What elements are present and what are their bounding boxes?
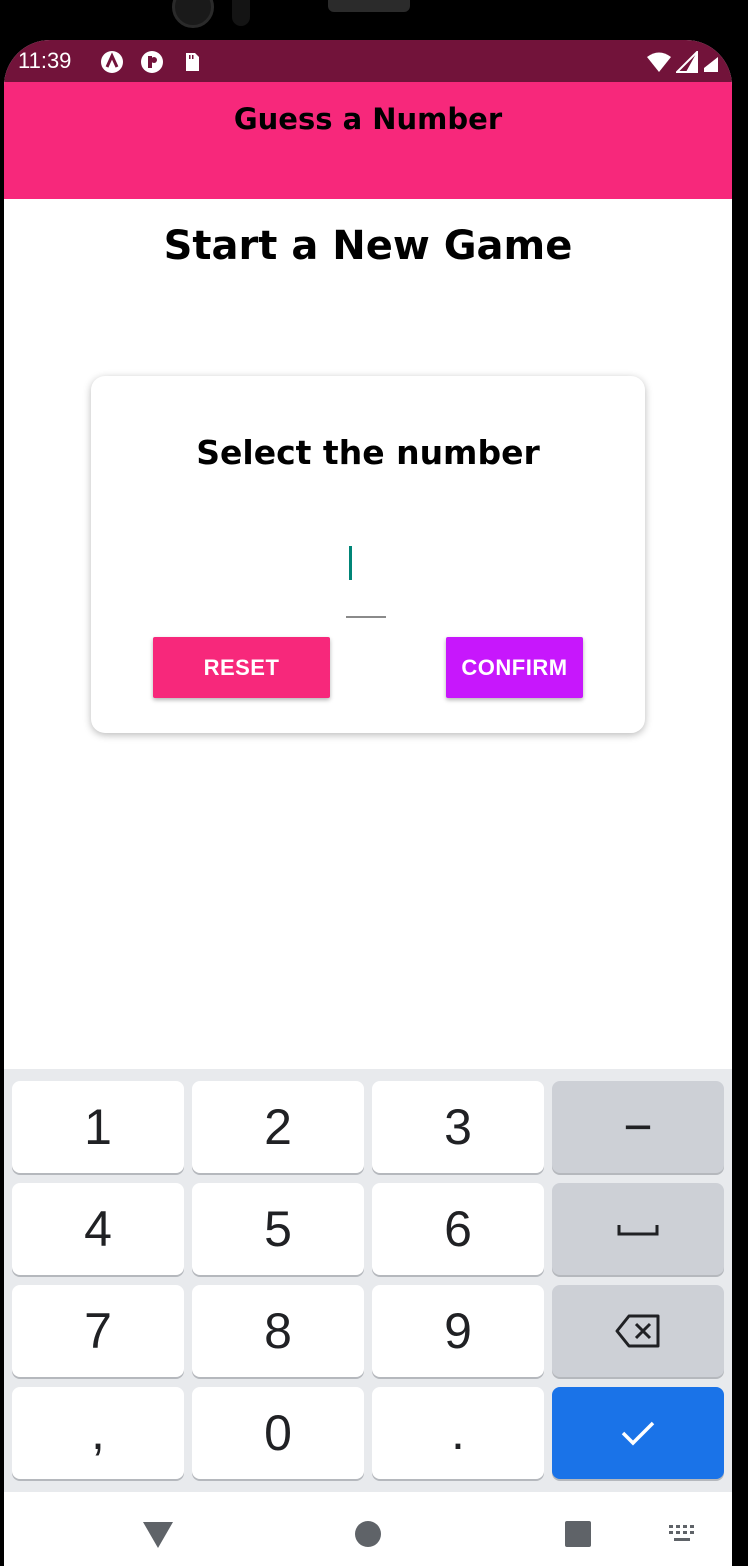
checkmark-icon xyxy=(621,1421,655,1446)
backspace-icon xyxy=(615,1314,660,1348)
p-app-icon xyxy=(141,51,163,73)
back-icon[interactable] xyxy=(142,1520,174,1550)
wifi-icon xyxy=(647,52,671,72)
status-time: 11:39 xyxy=(18,48,72,73)
confirm-button[interactable]: CONFIRM xyxy=(446,637,583,698)
key-4[interactable]: 4 xyxy=(12,1183,184,1275)
numeric-keyboard: 1 2 3 − 4 5 6 7 8 9 , 0 . xyxy=(4,1069,732,1492)
key-1[interactable]: 1 xyxy=(12,1081,184,1173)
signal-icon xyxy=(676,51,698,73)
key-6[interactable]: 6 xyxy=(372,1183,544,1275)
proximity-sensor xyxy=(232,0,250,26)
navigation-bar xyxy=(4,1492,732,1566)
key-2[interactable]: 2 xyxy=(192,1081,364,1173)
a-app-icon xyxy=(101,51,123,73)
key-done[interactable] xyxy=(552,1387,724,1479)
status-bar: 11:39 xyxy=(4,40,732,82)
card-title: Select the number xyxy=(196,433,540,472)
key-backspace[interactable] xyxy=(552,1285,724,1377)
status-icons-right xyxy=(646,50,720,74)
number-input-card: Select the number RESET CONFIRM xyxy=(91,376,645,733)
space-bar-icon xyxy=(617,1225,659,1236)
key-space[interactable] xyxy=(552,1183,724,1275)
key-period[interactable]: . xyxy=(372,1387,544,1479)
front-camera xyxy=(172,0,214,28)
page-title: Start a New Game xyxy=(163,223,573,269)
recents-icon[interactable] xyxy=(564,1520,592,1548)
phone-screen: 11:39 Guess a Number Start a New Game Se… xyxy=(4,40,732,1566)
battery-icon xyxy=(704,57,718,72)
key-8[interactable]: 8 xyxy=(192,1285,364,1377)
key-7[interactable]: 7 xyxy=(12,1285,184,1377)
key-minus[interactable]: − xyxy=(552,1081,724,1173)
sd-card-icon xyxy=(186,53,199,71)
key-3[interactable]: 3 xyxy=(372,1081,544,1173)
home-icon[interactable] xyxy=(354,1520,382,1548)
reset-button[interactable]: RESET xyxy=(153,637,330,698)
text-cursor xyxy=(349,546,352,580)
key-comma[interactable]: , xyxy=(12,1387,184,1479)
keyboard-switch-icon[interactable] xyxy=(668,1524,698,1544)
number-input[interactable] xyxy=(346,536,386,618)
app-header: Guess a Number xyxy=(4,82,732,199)
key-9[interactable]: 9 xyxy=(372,1285,544,1377)
header-title: Guess a Number xyxy=(233,102,503,136)
key-0[interactable]: 0 xyxy=(192,1387,364,1479)
earpiece-speaker xyxy=(328,0,410,12)
key-5[interactable]: 5 xyxy=(192,1183,364,1275)
